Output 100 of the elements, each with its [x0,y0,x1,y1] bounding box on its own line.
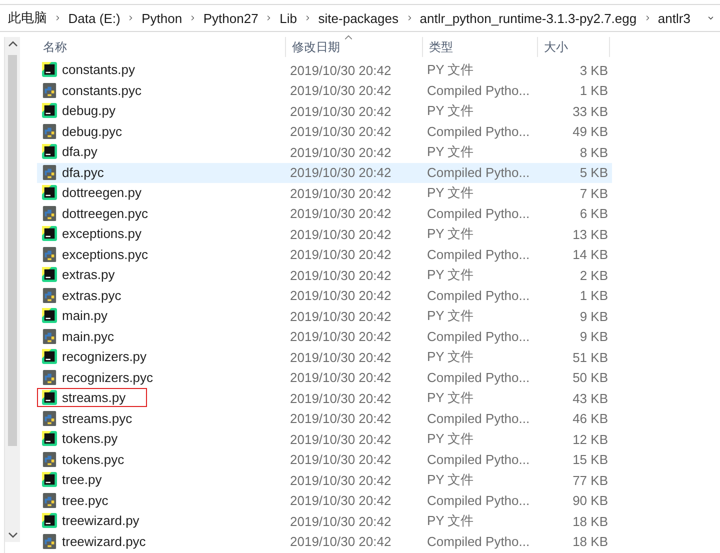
date-cell-text: 2019/10/30 20:42 [289,472,392,488]
breadcrumb-item[interactable]: antlr3 [658,10,690,26]
date-cell-text: 2019/10/30 20:42 [289,308,392,324]
date-cell-text: 2019/10/30 20:42 [289,411,392,426]
file-icon [42,370,57,385]
file-row[interactable]: dottreegen.py 2019/10/30 20:42 PY 文件 7 KB [37,183,612,204]
file-icon [42,472,57,488]
size-cell-text: 33 KB [572,104,608,119]
file-row[interactable]: main.pyc 2019/10/30 20:42 Compiled Pytho... 9 KB [37,326,612,347]
file-name: extras.py [62,267,115,282]
dropdown-icon[interactable] [708,15,714,21]
breadcrumb-item[interactable]: 此电脑 [8,9,47,27]
type-cell-text: PY 文件 [426,348,475,366]
file-row[interactable]: constants.pyc 2019/10/30 20:42 Compiled Pytho... 1 KB [37,80,612,101]
file-icon [42,226,57,242]
file-name: tokens.py [62,431,118,446]
size-cell-text: 9 KB [578,308,608,324]
chevron-icon [129,13,133,23]
scrollbar[interactable] [5,37,20,542]
size-cell-text: 2 KB [578,268,608,283]
breadcrumb-item[interactable]: Python [142,10,182,26]
file-icon [42,267,57,282]
size-cell-text: 15 KB [572,452,608,468]
scroll-up-icon[interactable] [8,41,18,47]
size-cell-text: 77 KB [572,472,608,488]
file-row[interactable]: tree.pyc 2019/10/30 20:42 Compiled Pytho... 90 KB [37,490,612,511]
column-header[interactable]: 修改日期 [286,37,423,57]
type-cell-text: PY 文件 [426,143,475,162]
date-cell-text: 2019/10/30 20:42 [289,268,392,283]
file-icon [42,82,57,98]
file-row[interactable]: exceptions.pyc 2019/10/30 20:42 Compiled Pytho... 14 KB [37,244,612,265]
file-row[interactable]: treewizard.pyc 2019/10/30 20:42 Compiled Pytho... 18 KB [37,532,612,552]
file-row[interactable]: tree.py 2019/10/30 20:42 PY 文件 77 KB [37,470,612,490]
file-row[interactable]: debug.pyc 2019/10/30 20:42 Compiled Pytho... 49 KB [37,122,612,142]
type-cell-text: PY 文件 [426,225,475,244]
breadcrumb-item[interactable]: Python27 [203,10,258,26]
breadcrumb-item[interactable]: Lib [280,10,297,26]
size-cell-text: 5 KB [578,165,608,180]
size-cell-text: 6 KB [578,206,608,222]
size-cell-text: 18 KB [572,534,608,550]
date-cell-text: 2019/10/30 20:42 [289,432,392,447]
type-cell-text: Compiled Pytho... [426,247,531,262]
file-name: dottreegen.py [62,185,142,200]
file-row[interactable]: streams.py 2019/10/30 20:42 PY 文件 43 KB [37,388,612,408]
file-icon [42,349,57,364]
file-icon [42,246,57,262]
file-name: debug.pyc [62,124,122,139]
file-icon [42,492,57,508]
date-cell-text: 2019/10/30 20:42 [289,247,392,262]
size-cell-text: 51 KB [572,350,608,365]
size-cell-text: 46 KB [572,411,608,426]
chevron-icon [267,13,271,23]
file-row[interactable]: constants.py 2019/10/30 20:42 PY 文件 3 KB [37,60,612,80]
file-row[interactable]: dfa.py 2019/10/30 20:42 PY 文件 8 KB [37,142,612,162]
type-cell-text: Compiled Pytho... [426,452,531,468]
file-row[interactable]: extras.py 2019/10/30 20:42 PY 文件 2 KB [37,265,612,286]
breadcrumb-item[interactable]: Data (E:) [68,10,120,26]
date-cell-text: 2019/10/30 20:42 [289,124,392,140]
chevron-icon [56,13,60,23]
file-icon [42,513,57,528]
address-bar[interactable]: 此电脑 Data (E:) Python Python27 Lib site-packages antlr_python_runtime-3.1.3-py2.7.egg antlr3 [0,4,720,32]
type-cell-text: PY 文件 [426,102,475,120]
file-row[interactable]: recognizers.pyc 2019/10/30 20:42 Compiled Pytho... 50 KB [37,368,612,388]
chevron-icon [191,13,194,23]
type-cell-text: PY 文件 [426,266,475,284]
breadcrumb-item[interactable]: antlr_python_runtime-3.1.3-py2.7.egg [420,10,637,26]
type-cell-text: PY 文件 [426,61,475,80]
column-header[interactable]: 名称 [37,37,286,57]
column-header[interactable]: 类型 [423,37,538,57]
date-cell-text: 2019/10/30 20:42 [289,350,392,365]
scroll-down-icon[interactable] [8,532,18,538]
file-icon [42,144,57,160]
file-row[interactable]: tokens.pyc 2019/10/30 20:42 Compiled Pytho... 15 KB [37,450,612,470]
size-cell-text: 50 KB [572,370,608,386]
file-row[interactable]: recognizers.py 2019/10/30 20:42 PY 文件 51 KB [37,347,612,368]
file-icon [42,206,57,221]
type-cell-text: Compiled Pytho... [426,370,531,386]
file-row[interactable]: treewizard.py 2019/10/30 20:42 PY 文件 18 KB [37,511,612,532]
file-name: treewizard.py [62,513,140,528]
breadcrumb-item[interactable]: site-packages [318,10,398,26]
file-row[interactable]: extras.pyc 2019/10/30 20:42 Compiled Pytho... 1 KB [37,286,612,306]
file-icon [42,288,57,303]
file-row[interactable]: exceptions.py 2019/10/30 20:42 PY 文件 13 KB [37,224,612,244]
file-row[interactable]: dfa.pyc 2019/10/30 20:42 Compiled Pytho... 5 KB [37,162,612,183]
file-name: exceptions.pyc [62,246,148,262]
file-row[interactable]: dottreegen.pyc 2019/10/30 20:42 Compiled Pytho... 6 KB [37,204,612,224]
file-row[interactable]: debug.py 2019/10/30 20:42 PY 文件 33 KB [37,101,612,122]
type-cell-text: PY 文件 [426,430,475,448]
file-row[interactable]: streams.pyc 2019/10/30 20:42 Compiled Pytho... 46 KB [37,408,612,429]
column-header[interactable]: 大小 [538,37,610,57]
file-icon [42,308,57,324]
date-cell-text: 2019/10/30 20:42 [289,370,392,386]
file-icon [42,164,57,180]
file-icon [42,103,57,118]
file-icon [42,534,57,549]
file-name: constants.py [62,62,135,78]
date-cell-text: 2019/10/30 20:42 [289,83,392,98]
file-row[interactable]: main.py 2019/10/30 20:42 PY 文件 9 KB [37,306,612,326]
size-cell-text: 90 KB [572,493,608,508]
file-row[interactable]: tokens.py 2019/10/30 20:42 PY 文件 12 KB [37,429,612,450]
